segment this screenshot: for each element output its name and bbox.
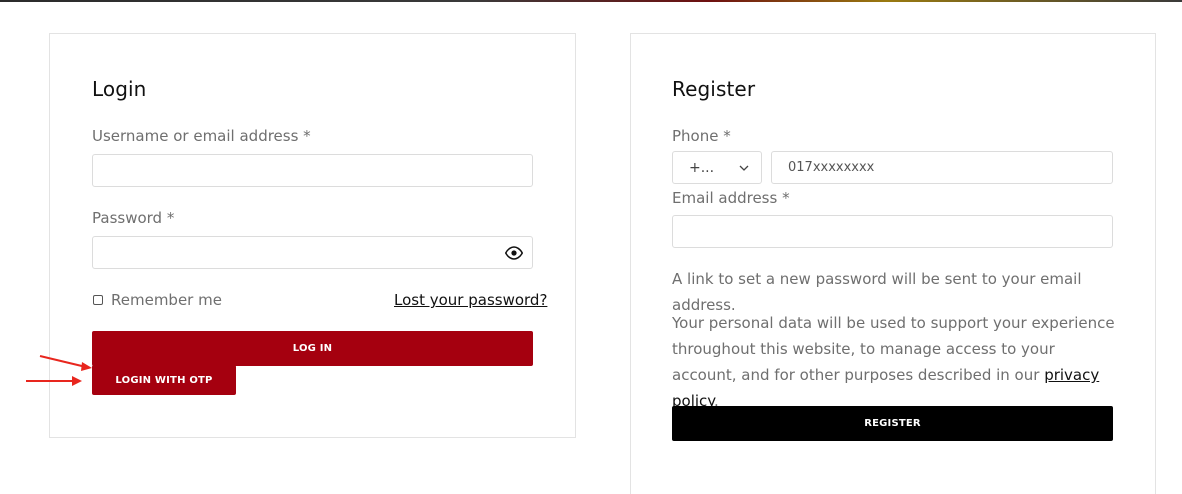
annotation-arrow-lower [26, 376, 82, 386]
register-title: Register [672, 77, 756, 101]
email-input[interactable] [672, 215, 1113, 248]
lost-password-link[interactable]: Lost your password? [394, 291, 547, 309]
remember-checkbox[interactable] [93, 295, 103, 305]
chevron-down-icon [739, 165, 749, 171]
remember-label: Remember me [111, 291, 222, 309]
password-input[interactable] [92, 236, 533, 269]
top-banner-strip [0, 0, 1182, 2]
phone-label: Phone * [672, 127, 731, 145]
phone-input-value: 017xxxxxxxx [788, 160, 875, 175]
username-input[interactable] [92, 154, 533, 187]
login-title: Login [92, 77, 147, 101]
country-code-select[interactable]: +... [672, 151, 762, 184]
login-button[interactable]: LOG IN [92, 331, 533, 366]
country-code-value: +... [689, 159, 715, 176]
annotation-arrow-upper [39, 355, 92, 371]
username-label: Username or email address * [92, 127, 311, 145]
register-button[interactable]: REGISTER [672, 406, 1113, 441]
register-panel: Register Phone * +... 017xxxxxxxx Email … [630, 33, 1156, 494]
remember-me[interactable]: Remember me [93, 291, 222, 309]
password-label: Password * [92, 209, 175, 227]
eye-icon[interactable] [505, 245, 523, 261]
login-panel: Login Username or email address * Passwo… [49, 33, 576, 438]
login-with-otp-button[interactable]: LOGIN WITH OTP [92, 365, 236, 395]
phone-input[interactable]: 017xxxxxxxx [771, 151, 1113, 184]
email-label: Email address * [672, 189, 790, 207]
privacy-paragraph: Your personal data will be used to suppo… [672, 310, 1117, 414]
